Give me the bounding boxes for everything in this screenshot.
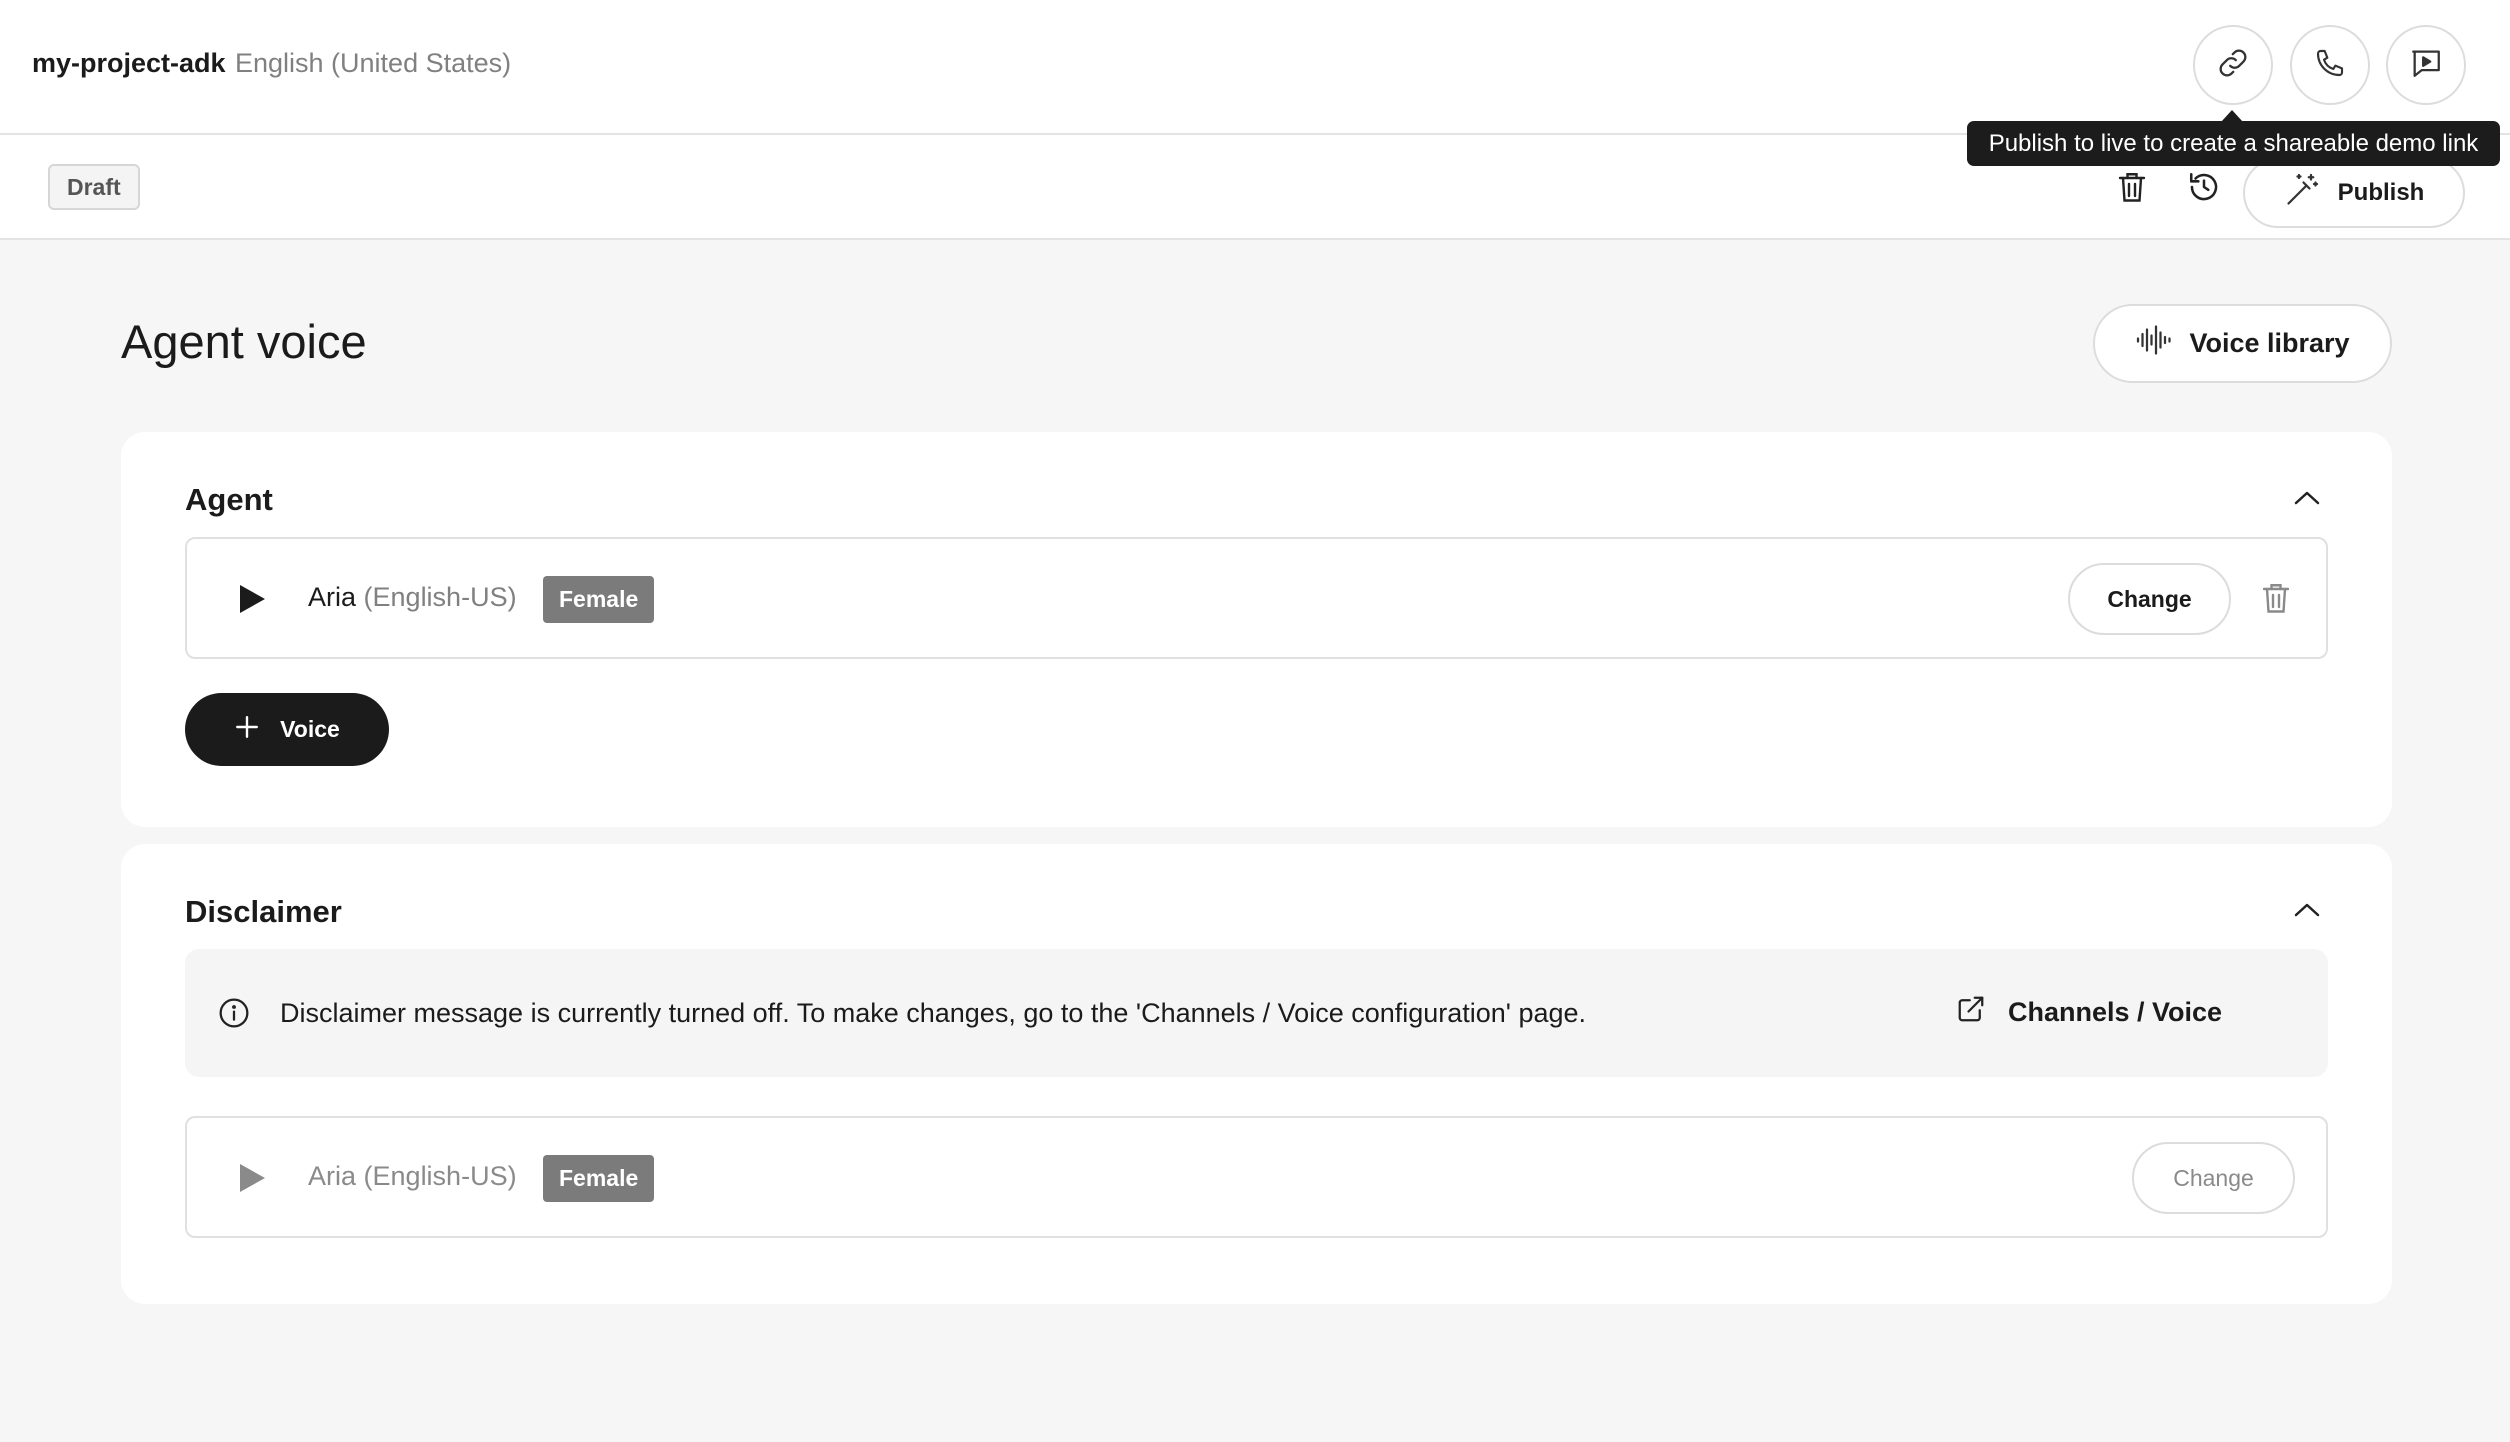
agent-section-title: Agent: [185, 482, 273, 517]
phone-icon: [2314, 47, 2346, 84]
external-link-icon: [1956, 994, 1986, 1031]
chevron-up-icon: [2292, 491, 2322, 512]
status-badge: Draft: [48, 164, 140, 210]
play-icon: [237, 585, 267, 619]
disclaimer-card: Disclaimer Disclaimer message is current…: [121, 844, 2392, 1304]
gender-badge: Female: [543, 576, 655, 623]
publish-label: Publish: [2337, 179, 2425, 206]
voice-name-text: Aria: [308, 582, 357, 612]
call-button[interactable]: [2290, 25, 2370, 105]
delete-draft-button[interactable]: [2112, 169, 2152, 209]
chat-play-icon: [2409, 46, 2443, 85]
voice-library-button[interactable]: Voice library: [2093, 304, 2392, 383]
plus-icon: [234, 714, 260, 746]
history-icon: [2187, 170, 2221, 209]
voice-name: Aria (English-US): [308, 1161, 517, 1192]
add-voice-label: Voice: [280, 716, 340, 742]
share-link-button[interactable]: [2193, 25, 2273, 105]
play-disclaimer-voice-button[interactable]: [237, 1162, 267, 1199]
page-title: Agent voice: [121, 315, 367, 368]
project-name: my-project-adk: [32, 48, 226, 78]
top-bar: my-project-adk English (United States): [0, 0, 2510, 135]
change-agent-voice-button[interactable]: Change: [2068, 563, 2231, 635]
delete-agent-voice-button[interactable]: [2258, 581, 2294, 619]
info-icon: [218, 997, 250, 1034]
voice-library-label: Voice library: [2189, 328, 2350, 358]
agent-voice-row: Aria (English-US) Female Change: [185, 537, 2328, 659]
collapse-agent-button[interactable]: [2292, 488, 2322, 513]
version-history-button[interactable]: [2184, 169, 2224, 209]
publish-button[interactable]: Publish: [2243, 158, 2465, 228]
agent-card: Agent Aria (English-US) Female Change Vo…: [121, 432, 2392, 827]
voice-language: (English-US): [363, 1161, 517, 1191]
trash-icon: [2261, 581, 2291, 620]
chevron-up-icon: [2292, 903, 2322, 924]
play-icon: [237, 1164, 267, 1198]
disclaimer-info-box: Disclaimer message is currently turned o…: [185, 949, 2328, 1077]
voice-name-text: Aria: [308, 1161, 357, 1191]
trash-icon: [2117, 170, 2147, 209]
link-icon: [2216, 46, 2250, 85]
collapse-disclaimer-button[interactable]: [2292, 900, 2322, 925]
change-disclaimer-voice-button[interactable]: Change: [2132, 1142, 2295, 1214]
disclaimer-voice-row: Aria (English-US) Female Change: [185, 1116, 2328, 1238]
voice-language: (English-US): [363, 582, 517, 612]
chat-preview-button[interactable]: [2386, 25, 2466, 105]
waveform-icon: [2135, 325, 2172, 362]
share-link-tooltip: Publish to live to create a shareable de…: [1967, 121, 2500, 166]
magic-wand-icon: [2284, 172, 2320, 215]
voice-name: Aria (English-US): [308, 582, 517, 613]
disclaimer-section-title: Disclaimer: [185, 894, 342, 929]
channels-voice-label: Channels / Voice: [2008, 997, 2223, 1027]
gender-badge: Female: [543, 1155, 655, 1202]
project-language: English (United States): [235, 48, 512, 78]
channels-voice-link[interactable]: Channels / Voice: [1956, 994, 2222, 1031]
play-agent-voice-button[interactable]: [237, 583, 267, 620]
add-voice-button[interactable]: Voice: [185, 693, 389, 766]
disclaimer-info-text: Disclaimer message is currently turned o…: [280, 998, 1587, 1028]
